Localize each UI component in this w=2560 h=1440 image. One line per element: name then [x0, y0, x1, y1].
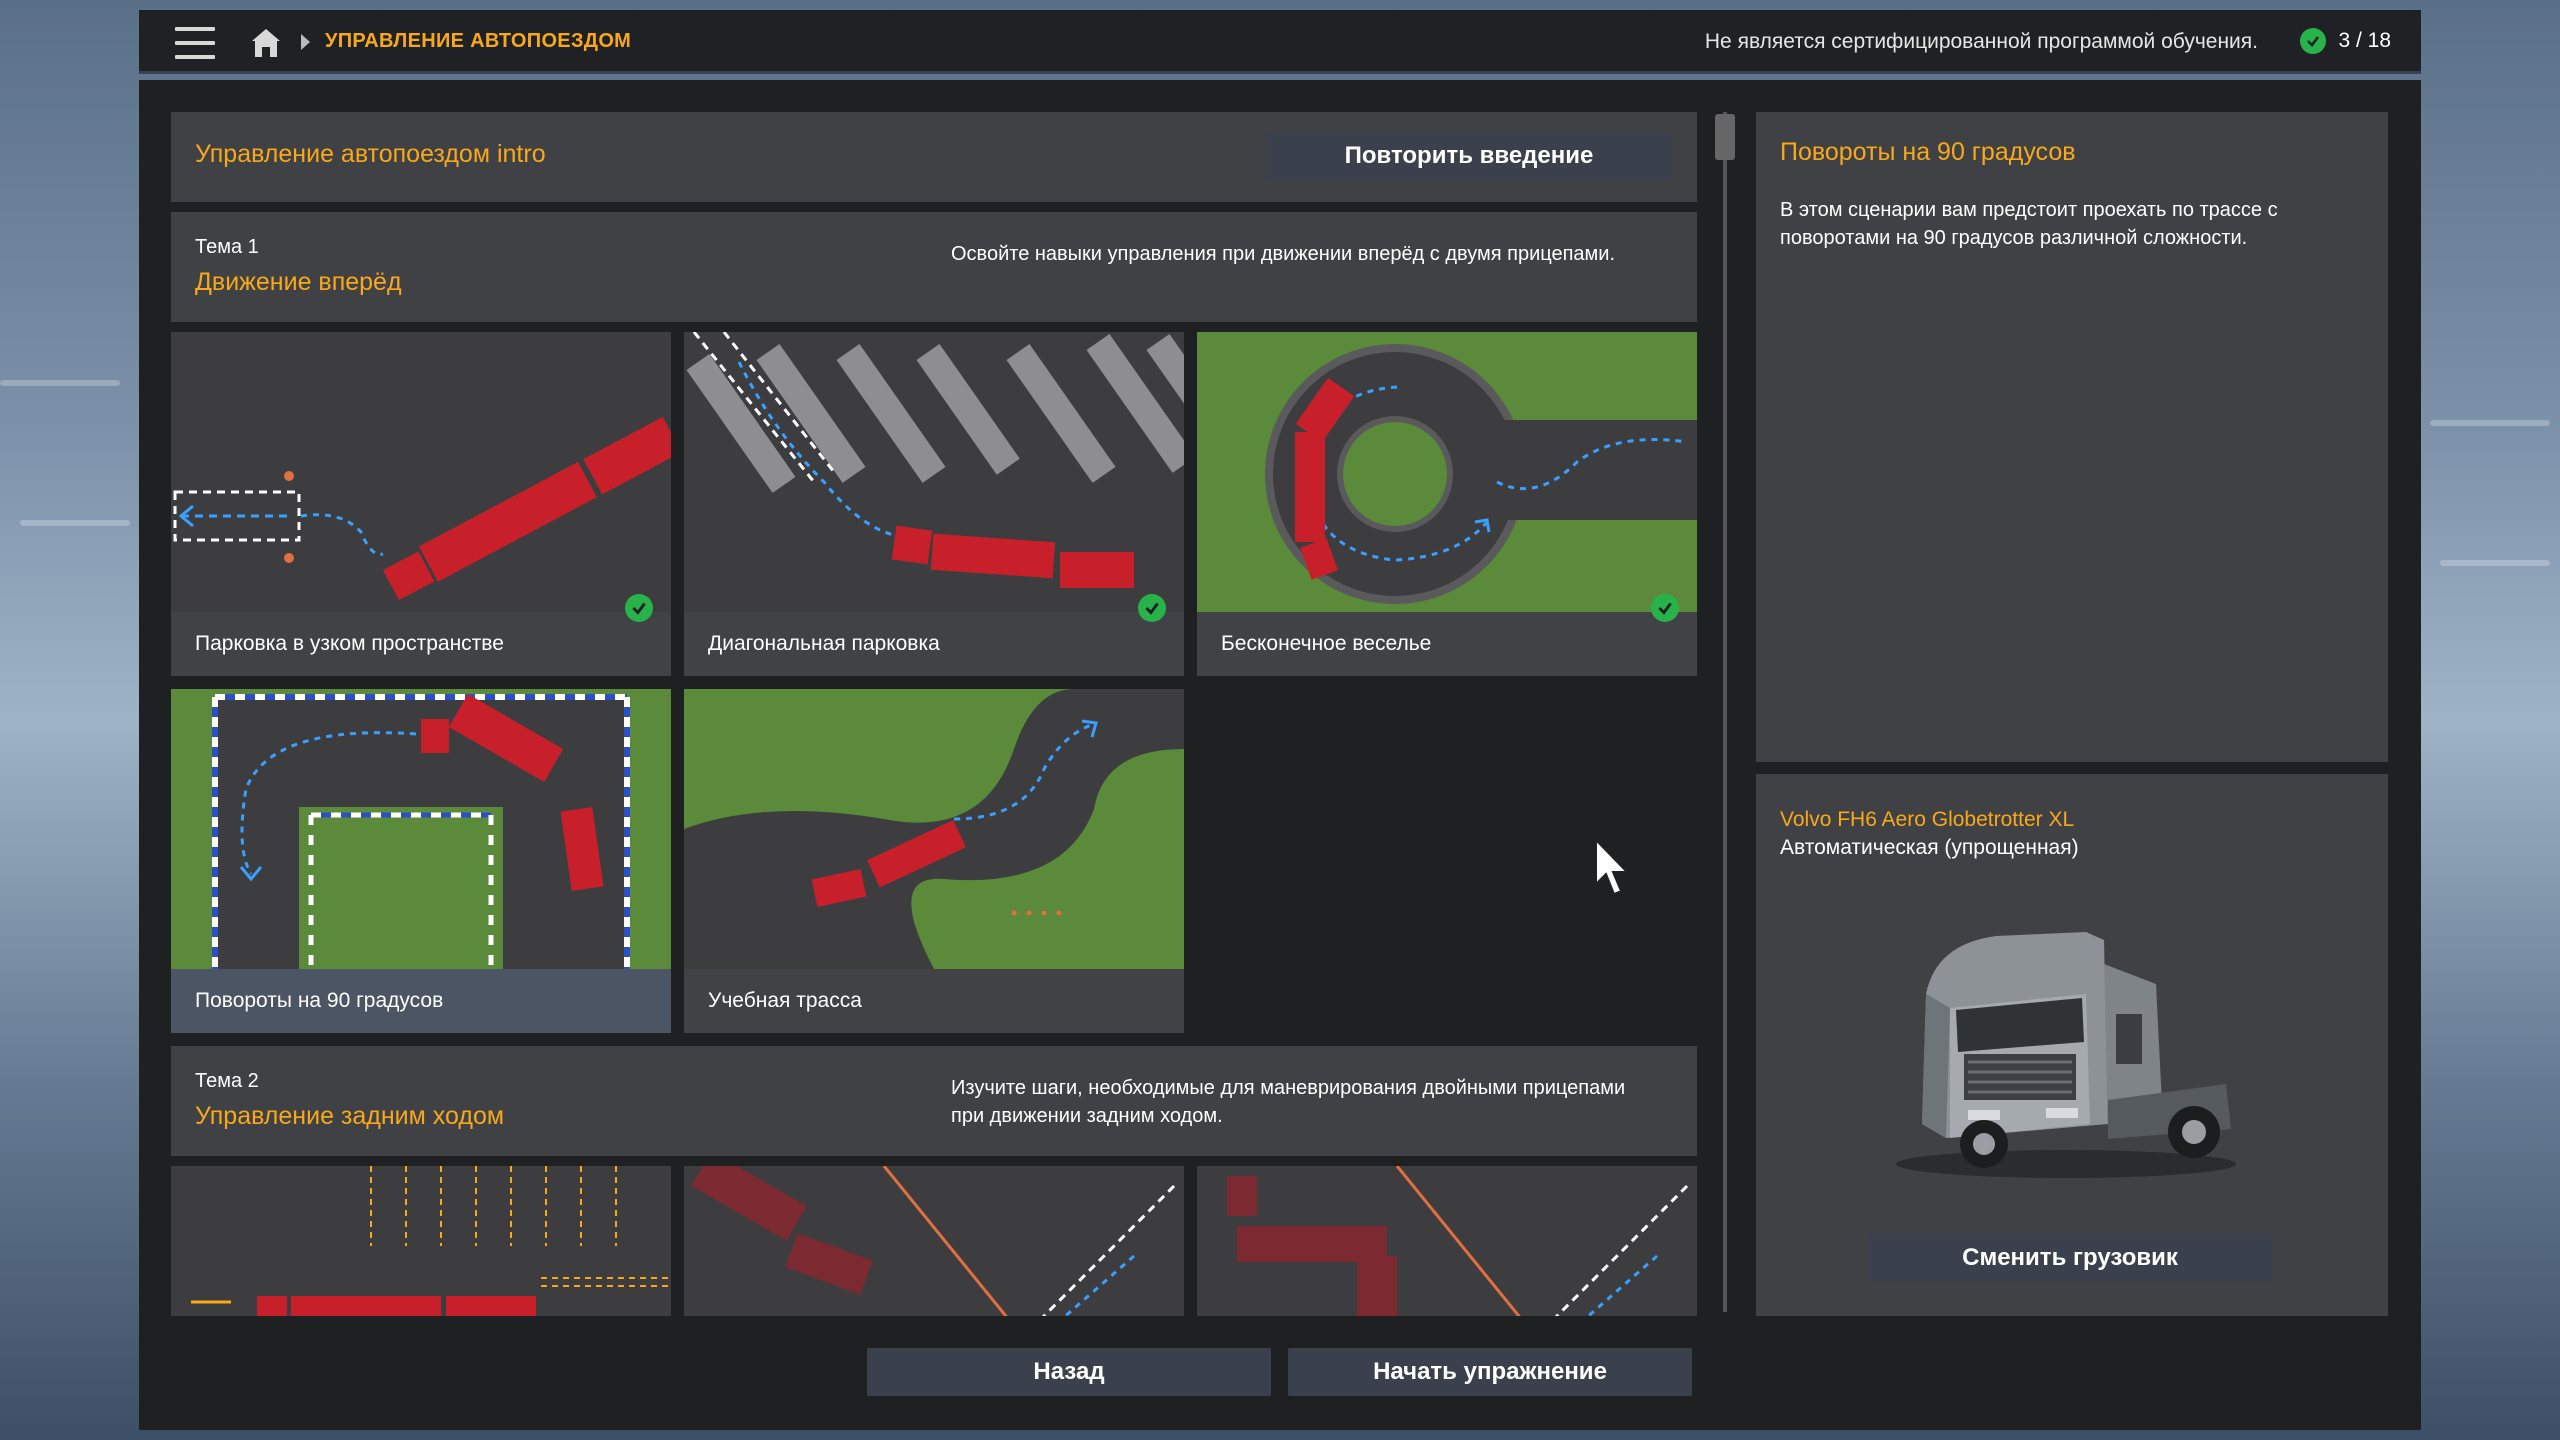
- topic-header: Тема 2 Управление задним ходом Изучите ш…: [171, 1046, 1697, 1156]
- breadcrumb-chevron-icon: [301, 34, 310, 50]
- repeat-intro-button[interactable]: Повторить введение: [1267, 132, 1671, 180]
- scrollbar-track[interactable]: [1723, 112, 1727, 1312]
- intro-title: Управление автопоездом intro: [195, 140, 546, 168]
- progress-text: 3 / 18: [2338, 29, 2391, 52]
- exercise-label: Бесконечное веселье: [1221, 632, 1432, 655]
- exercise-card[interactable]: Бесконечное веселье: [1197, 332, 1697, 676]
- exercise-label: Диагональная парковка: [708, 632, 940, 655]
- background-streak: [0, 380, 120, 386]
- exercise-label: Парковка в узком пространстве: [195, 632, 504, 655]
- exercise-card[interactable]: Учебная трасса: [684, 689, 1184, 1033]
- exercise-thumbnail-image: [171, 1166, 671, 1316]
- truck-transmission: Автоматическая (упрощенная): [1780, 836, 2079, 859]
- change-truck-button[interactable]: Сменить грузовик: [1868, 1234, 2272, 1282]
- exercise-thumbnail-image: [1197, 332, 1697, 612]
- truck-panel: Volvo FH6 Aero Globetrotter XL Автоматич…: [1756, 774, 2388, 1316]
- topic-header: Тема 1 Движение вперёд Освойте навыки уп…: [171, 212, 1697, 322]
- exercise-info-panel: Повороты на 90 градусов В этом сценарии …: [1756, 112, 2388, 762]
- truck-image: [1896, 932, 2236, 1178]
- exercise-thumbnail-image: [684, 689, 1184, 969]
- topic-number: Тема 2: [195, 1070, 259, 1092]
- background-streak: [2440, 560, 2550, 566]
- exercise-card[interactable]: [1197, 1166, 1697, 1316]
- exercise-info-title: Повороты на 90 градусов: [1780, 138, 2076, 166]
- exercise-list: Управление автопоездом intro Повторить в…: [171, 112, 1697, 1316]
- background-streak: [20, 520, 130, 526]
- hamburger-menu-icon[interactable]: [175, 27, 215, 59]
- back-button[interactable]: Назад: [867, 1348, 1271, 1396]
- breadcrumb[interactable]: УПРАВЛЕНИЕ АВТОПОЕЗДОМ: [325, 30, 631, 53]
- completed-check-icon: [1651, 594, 1679, 622]
- completed-check-icon: [1138, 594, 1166, 622]
- exercise-thumbnail-image: [1197, 1166, 1697, 1316]
- topic-title: Движение вперёд: [195, 268, 402, 296]
- completed-check-icon: [625, 594, 653, 622]
- top-bar: УПРАВЛЕНИЕ АВТОПОЕЗДОМ Не является серти…: [139, 10, 2421, 74]
- scrollbar-thumb[interactable]: [1715, 114, 1735, 160]
- exercise-label: Повороты на 90 градусов: [195, 989, 444, 1012]
- mouse-cursor-icon: [1595, 838, 1630, 896]
- truck-name: Volvo FH6 Aero Globetrotter XL: [1780, 808, 2075, 831]
- exercise-card[interactable]: [171, 1166, 671, 1316]
- exercise-card[interactable]: Диагональная парковка: [684, 332, 1184, 676]
- exercise-card-selected[interactable]: Повороты на 90 градусов: [171, 689, 671, 1033]
- exercise-thumbnail-image: [684, 1166, 1184, 1316]
- exercise-thumbnail-image: [171, 689, 671, 969]
- main-panel: Управление автопоездом intro Повторить в…: [139, 80, 2421, 1430]
- topic-description: Освойте навыки управления при движении в…: [951, 243, 1616, 265]
- certification-note: Не является сертифицированной программой…: [1704, 30, 2258, 53]
- exercise-thumbnail-image: [684, 332, 1184, 612]
- exercise-label: Учебная трасса: [708, 989, 862, 1012]
- progress-counter: 3 / 18: [2300, 28, 2391, 54]
- exercise-card[interactable]: [684, 1166, 1184, 1316]
- start-exercise-button[interactable]: Начать упражнение: [1288, 1348, 1692, 1396]
- topic-number: Тема 1: [195, 236, 259, 258]
- background-streak: [2430, 420, 2550, 426]
- home-icon[interactable]: [249, 26, 283, 60]
- check-icon: [2300, 28, 2327, 54]
- exercise-thumbnail-image: [171, 332, 671, 612]
- topic-description: Изучите шаги, необходимые для маневриров…: [951, 1077, 1626, 1127]
- intro-row: Управление автопоездом intro Повторить в…: [171, 112, 1697, 202]
- exercise-info-description: В этом сценарии вам предстоит проехать п…: [1780, 199, 2278, 249]
- exercise-card[interactable]: Парковка в узком пространстве: [171, 332, 671, 676]
- topic-title: Управление задним ходом: [195, 1102, 505, 1130]
